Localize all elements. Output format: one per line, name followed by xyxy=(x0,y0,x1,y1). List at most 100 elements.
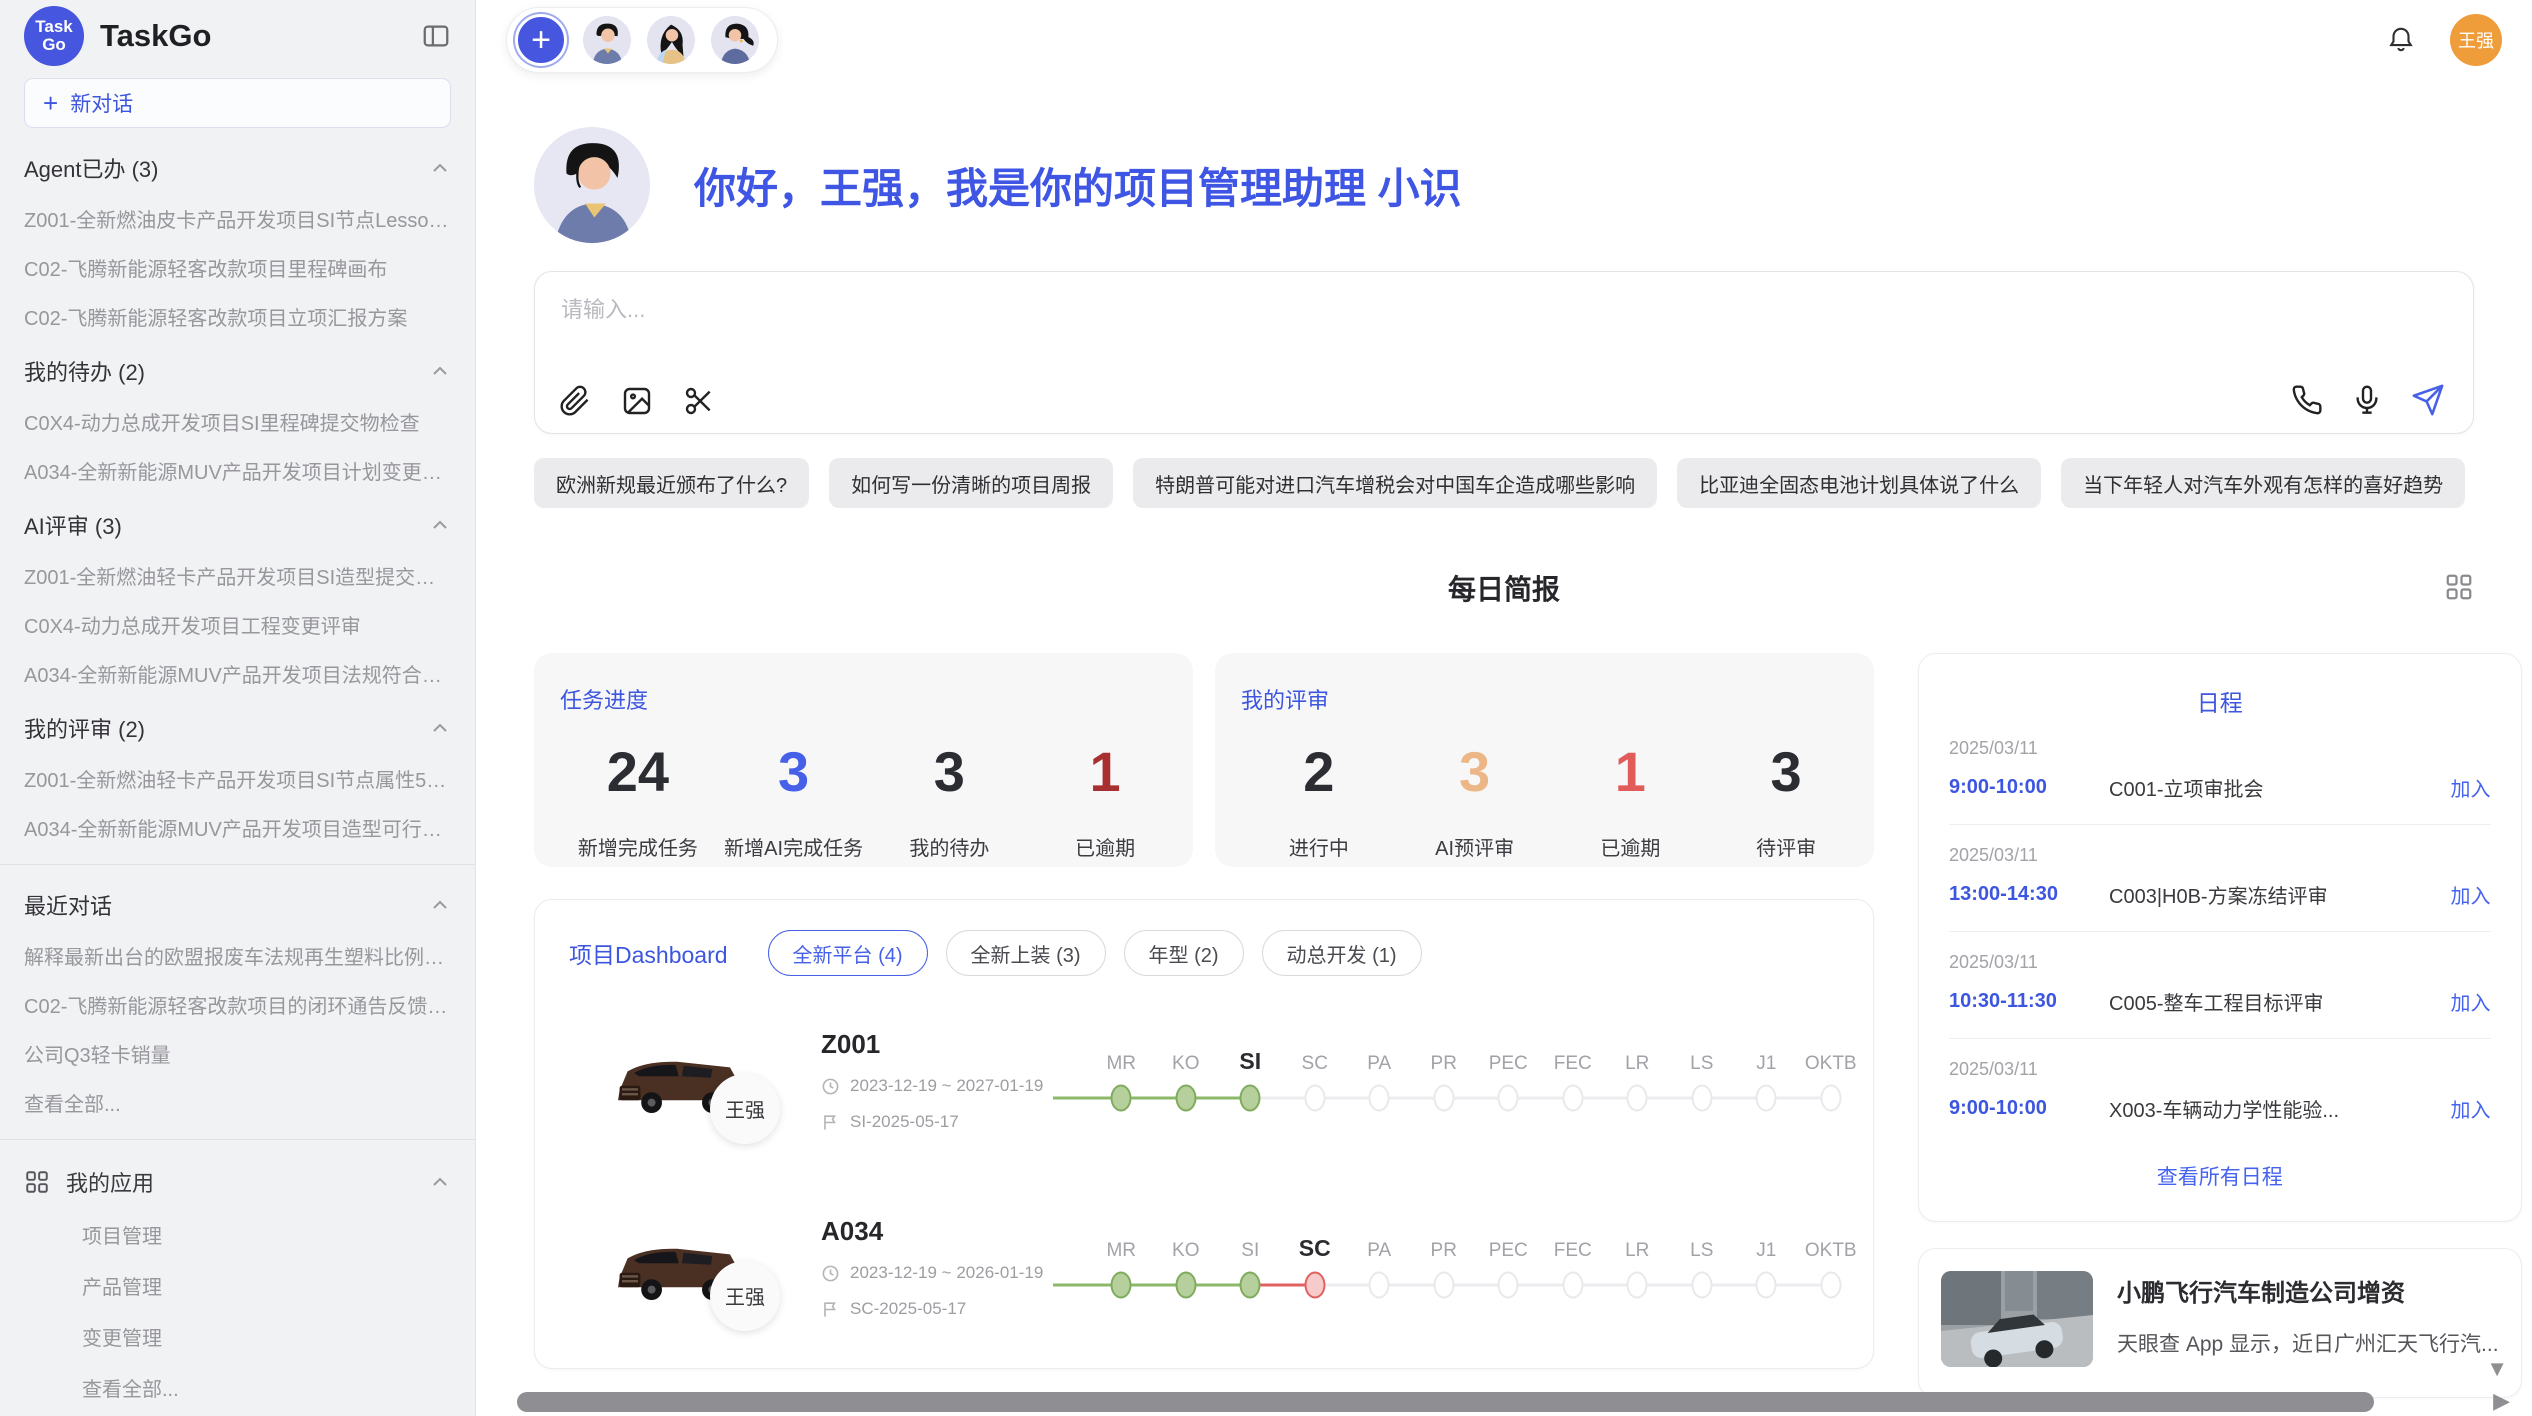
chat-history-item[interactable]: C02-飞腾新能源轻客改款项目里程碑画布 xyxy=(24,253,451,282)
recent-chat-item[interactable]: 公司Q3轻卡销量 xyxy=(24,1039,451,1068)
milestone-dot[interactable] xyxy=(1369,1084,1390,1111)
image-icon[interactable] xyxy=(621,385,653,417)
chat-input[interactable] xyxy=(561,292,2344,362)
sidebar-item-my-apps[interactable]: 我的应用 xyxy=(24,1166,451,1198)
milestone: J1 xyxy=(1734,1041,1799,1121)
milestone-dot-row xyxy=(1541,1075,1606,1121)
news-card[interactable]: 小鹏飞行汽车制造公司增资 天眼查 App 显示，近日广州汇天飞行汽... xyxy=(1918,1248,2522,1398)
phone-icon[interactable] xyxy=(2291,384,2323,416)
suggestion-chip[interactable]: 欧洲新规最近颁布了什么? xyxy=(534,458,809,508)
dashboard-title: 项目Dashboard xyxy=(569,936,728,970)
microphone-icon[interactable] xyxy=(2351,384,2383,416)
scissors-icon[interactable] xyxy=(683,385,715,417)
join-meeting-link[interactable]: 加入 xyxy=(2451,1094,2491,1123)
sidebar-section-header[interactable]: 我的待办 (2) xyxy=(24,355,451,387)
milestone-dot-row xyxy=(1799,1075,1864,1121)
contact-avatar[interactable] xyxy=(711,16,759,64)
milestone-dot[interactable] xyxy=(1820,1271,1841,1298)
layout-grid-icon[interactable] xyxy=(2444,572,2474,602)
milestone: SI xyxy=(1218,1228,1283,1308)
main-area: + 王强 你好，王强，我是你的项目管理助理 小识 xyxy=(476,0,2532,1416)
milestone-dot[interactable] xyxy=(1627,1084,1648,1111)
dashboard-tab[interactable]: 全新上装 (3) xyxy=(946,930,1106,976)
send-icon[interactable] xyxy=(2411,383,2445,417)
recent-chat-item[interactable]: C02-飞腾新能源轻客改款项目的闭环通告反馈情况 xyxy=(24,990,451,1019)
daily-brief-body: 任务进度24新增完成任务3新增AI完成任务3我的待办1已逾期我的评审2进行中3A… xyxy=(534,653,2474,1398)
milestone-dot[interactable] xyxy=(1498,1084,1519,1111)
flag-icon xyxy=(821,1113,840,1132)
sidebar-section-header[interactable]: 最近对话 xyxy=(24,889,451,921)
milestone-dot[interactable] xyxy=(1627,1271,1648,1298)
milestone-dot[interactable] xyxy=(1433,1271,1454,1298)
milestone-dot[interactable] xyxy=(1111,1271,1132,1298)
collapse-sidebar-icon[interactable] xyxy=(421,21,451,51)
horizontal-scrollbar[interactable] xyxy=(517,1392,2374,1412)
sidebar-app-subitem[interactable]: 项目管理 xyxy=(82,1220,451,1249)
chat-history-item[interactable]: Z001-全新燃油轻卡产品开发项目SI节点属性5D文件评审 xyxy=(24,764,451,793)
milestone-dot[interactable] xyxy=(1756,1084,1777,1111)
join-meeting-link[interactable]: 加入 xyxy=(2451,773,2491,802)
recent-chat-item[interactable]: 解释最新出台的欧盟报废车法规再生塑料比例被调至15%... xyxy=(24,941,451,970)
main-content: 你好，王强，我是你的项目管理助理 小识 欧洲新规最近颁布了什么? 如何写一份清晰的… xyxy=(476,127,2532,1398)
contact-avatar[interactable] xyxy=(647,16,695,64)
sidebar-section-header[interactable]: 我的评审 (2) xyxy=(24,712,451,744)
suggestion-chip[interactable]: 比亚迪全固态电池计划具体说了什么 xyxy=(1677,458,2041,508)
suggestion-chip[interactable]: 特朗普可能对进口汽车增税会对中国车企造成哪些影响 xyxy=(1133,458,1657,508)
join-meeting-link[interactable]: 加入 xyxy=(2451,987,2491,1016)
sidebar-app-subitem[interactable]: 查看全部... xyxy=(82,1373,451,1402)
milestone-dot[interactable] xyxy=(1562,1271,1583,1298)
milestone-label: FEC xyxy=(1554,1041,1592,1075)
paperclip-icon[interactable] xyxy=(559,385,591,417)
recent-chat-item[interactable]: 查看全部... xyxy=(24,1088,451,1117)
stat-cell: 3AI预评审 xyxy=(1397,739,1553,861)
milestone-dot[interactable] xyxy=(1175,1084,1196,1111)
chat-history-item[interactable]: Z001-全新燃油轻卡产品开发项目SI造型提交物评审 xyxy=(24,561,451,590)
chat-history-item[interactable]: C0X4-动力总成开发项目工程变更评审 xyxy=(24,610,451,639)
milestone-dot[interactable] xyxy=(1756,1271,1777,1298)
dashboard-tab[interactable]: 动总开发 (1) xyxy=(1262,930,1422,976)
milestone-dot[interactable] xyxy=(1691,1084,1712,1111)
stat-value: 3 xyxy=(778,739,809,804)
milestone-dot[interactable] xyxy=(1562,1084,1583,1111)
chat-history-item[interactable]: C02-飞腾新能源轻客改款项目立项汇报方案 xyxy=(24,302,451,331)
milestone-dot[interactable] xyxy=(1111,1084,1132,1111)
suggestion-chip[interactable]: 当下年轻人对汽车外观有怎样的喜好趋势 xyxy=(2061,458,2465,508)
chat-history-item[interactable]: A034-全新新能源MUV产品开发项目计划变更表编写 xyxy=(24,456,451,485)
milestone-dot[interactable] xyxy=(1175,1271,1196,1298)
scroll-right-arrow-icon[interactable]: ▶ xyxy=(2493,1388,2510,1414)
milestone-dot[interactable] xyxy=(1240,1271,1261,1298)
greeting-text: 你好，王强，我是你的项目管理助理 小识 xyxy=(694,155,1462,216)
chat-history-item[interactable]: Z001-全新燃油皮卡产品开发项目SI节点Lesson Learn报告 xyxy=(24,204,451,233)
dashboard-tab[interactable]: 全新平台 (4) xyxy=(768,930,928,976)
milestone-dot[interactable] xyxy=(1304,1084,1325,1111)
add-contact-button[interactable]: + xyxy=(515,14,567,66)
suggestion-chip[interactable]: 如何写一份清晰的项目周报 xyxy=(829,458,1113,508)
notification-bell-icon[interactable] xyxy=(2386,25,2416,55)
milestone-dot[interactable] xyxy=(1498,1271,1519,1298)
dashboard-tab[interactable]: 年型 (2) xyxy=(1124,930,1244,976)
view-all-schedule-link[interactable]: 查看所有日程 xyxy=(1919,1161,2521,1191)
milestone-dot[interactable] xyxy=(1304,1271,1325,1298)
sidebar-section-header[interactable]: AI评审 (3) xyxy=(24,509,451,541)
user-avatar[interactable]: 王强 xyxy=(2450,14,2502,66)
chat-history-item[interactable]: A034-全新新能源MUV产品开发项目造型可行性评审 xyxy=(24,813,451,842)
sidebar-app-subitem[interactable]: 变更管理 xyxy=(82,1322,451,1351)
sidebar-sections: Agent已办 (3) Z001-全新燃油皮卡产品开发项目SI节点Lesson L… xyxy=(24,152,451,842)
schedule-card: 日程 2025/03/119:00-10:00C001-立项审批会加入2025/… xyxy=(1918,653,2522,1222)
chat-history-item[interactable]: C0X4-动力总成开发项目SI里程碑提交物检查 xyxy=(24,407,451,436)
contact-avatar[interactable] xyxy=(583,16,631,64)
scroll-down-arrow-icon[interactable]: ▼ xyxy=(2486,1356,2508,1382)
milestone-dot[interactable] xyxy=(1433,1084,1454,1111)
stat-cell: 3待评审 xyxy=(1708,739,1864,861)
join-meeting-link[interactable]: 加入 xyxy=(2451,880,2491,909)
new-chat-button[interactable]: + 新对话 xyxy=(24,78,451,128)
sidebar-app-subitem[interactable]: 产品管理 xyxy=(82,1271,451,1300)
milestone-dot[interactable] xyxy=(1369,1271,1390,1298)
milestone-label: OKTB xyxy=(1805,1041,1857,1075)
milestone-dot[interactable] xyxy=(1691,1271,1712,1298)
milestone-dot[interactable] xyxy=(1240,1084,1261,1111)
milestone-dot[interactable] xyxy=(1820,1084,1841,1111)
sidebar-section-header[interactable]: Agent已办 (3) xyxy=(24,152,451,184)
chat-history-item[interactable]: A034-全新新能源MUV产品开发项目法规符合性评审 xyxy=(24,659,451,688)
stat-label: 我的待办 xyxy=(909,832,989,861)
